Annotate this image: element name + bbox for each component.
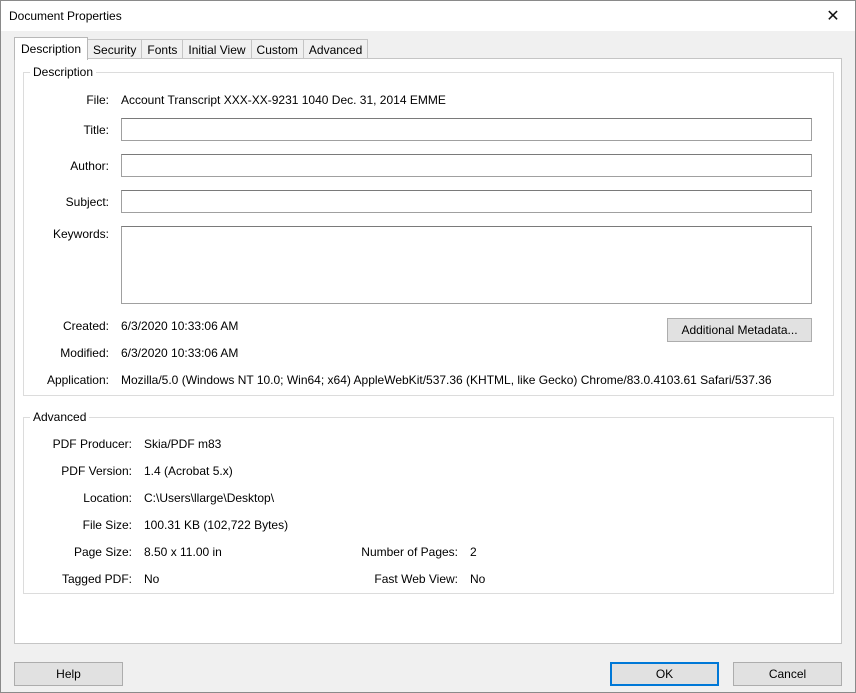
file-size-value: 100.31 KB (102,722 Bytes): [144, 518, 289, 532]
application-label: Application:: [46, 373, 109, 387]
fast-web-view-label: Fast Web View:: [374, 572, 458, 586]
help-button[interactable]: Help: [14, 662, 123, 686]
tab-description[interactable]: Description: [14, 37, 89, 60]
modified-label: Modified:: [60, 346, 109, 360]
tab-strip: Description Security Fonts Initial View …: [14, 37, 369, 60]
file-size-label: File Size:: [82, 518, 132, 532]
page-size-label: Page Size:: [73, 545, 132, 559]
file-label: File:: [86, 93, 109, 107]
author-label: Author:: [70, 159, 109, 173]
subject-label: Subject:: [65, 195, 109, 209]
close-icon[interactable]: ✕: [810, 0, 856, 31]
modified-value: 6/3/2020 10:33:06 AM: [121, 346, 239, 360]
cancel-button[interactable]: Cancel: [733, 662, 842, 686]
description-legend: Description: [30, 65, 97, 79]
title-field[interactable]: [121, 118, 812, 141]
author-field[interactable]: [121, 154, 812, 177]
pdf-producer-label: PDF Producer:: [52, 437, 132, 451]
tab-security[interactable]: Security: [87, 39, 143, 59]
tagged-pdf-label: Tagged PDF:: [61, 572, 132, 586]
number-of-pages-label: Number of Pages:: [361, 545, 458, 559]
pdf-version-value: 1.4 (Acrobat 5.x): [144, 464, 233, 478]
keywords-label: Keywords:: [52, 227, 109, 241]
window-title: Document Properties: [9, 9, 122, 23]
title-label: Title:: [83, 123, 109, 137]
tab-fonts[interactable]: Fonts: [141, 39, 184, 59]
location-value: C:\Users\llarge\Desktop\: [144, 491, 275, 505]
ok-button[interactable]: OK: [610, 662, 719, 686]
tagged-pdf-value: No: [144, 572, 160, 586]
additional-metadata-button[interactable]: Additional Metadata...: [667, 318, 812, 342]
advanced-group: Advanced PDF Producer: Skia/PDF m83 PDF …: [23, 410, 834, 594]
subject-field[interactable]: [121, 190, 812, 213]
pdf-version-label: PDF Version:: [61, 464, 132, 478]
title-bar: Document Properties ✕: [0, 0, 856, 31]
created-value: 6/3/2020 10:33:06 AM: [121, 319, 239, 333]
tab-advanced[interactable]: Advanced: [302, 39, 369, 59]
tab-initial-view[interactable]: Initial View: [182, 39, 252, 59]
number-of-pages-value: 2: [470, 545, 477, 559]
application-value: Mozilla/5.0 (Windows NT 10.0; Win64; x64…: [121, 373, 772, 387]
tab-custom[interactable]: Custom: [250, 39, 304, 59]
fast-web-view-value: No: [470, 572, 486, 586]
keywords-field[interactable]: [121, 226, 812, 304]
pdf-producer-value: Skia/PDF m83: [144, 437, 222, 451]
created-label: Created:: [62, 319, 109, 333]
description-group: Description File: Account Transcript XXX…: [23, 65, 834, 396]
tab-panel: Description File: Account Transcript XXX…: [14, 58, 842, 644]
location-label: Location:: [83, 491, 132, 505]
page-size-value: 8.50 x 11.00 in: [144, 545, 222, 559]
file-value: Account Transcript XXX-XX-9231 1040 Dec.…: [121, 93, 446, 107]
advanced-legend: Advanced: [30, 410, 90, 424]
